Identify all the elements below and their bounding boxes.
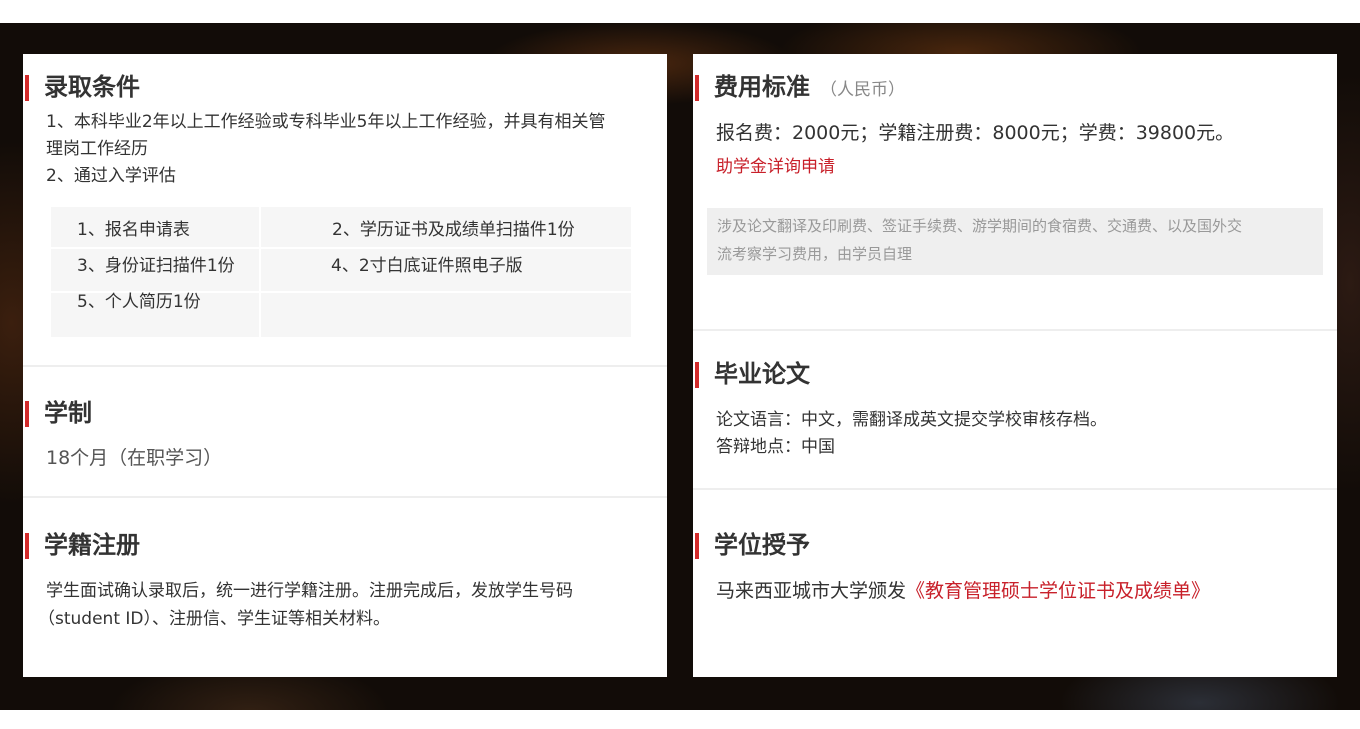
left-panel: 录取条件 1、本科毕业2年以上工作经验或专科毕业5年以上工作经验，并具有相关管 … (23, 54, 667, 677)
fees-line: 报名费：2000元；学籍注册费：8000元；学费：39800元。 (716, 122, 1235, 144)
fees-note-line-1: 涉及论文翻译及印刷费、签证手续费、游学期间的食宿费、交通费、以及国外交 (717, 217, 1243, 235)
admission-section: 录取条件 1、本科毕业2年以上工作经验或专科毕业5年以上工作经验，并具有相关管 … (23, 54, 667, 365)
registration-title: 学籍注册 (23, 530, 140, 560)
admission-line-2: 理岗工作经历 (46, 139, 148, 159)
thesis-line-1: 论文语言：中文，需翻译成英文提交学校审核存档。 (716, 410, 1107, 430)
thesis-title: 毕业论文 (693, 359, 810, 389)
admission-line-1: 1、本科毕业2年以上工作经验或专科毕业5年以上工作经验，并具有相关管 (46, 112, 606, 132)
degree-text: 马来西亚城市大学颁发《教育管理硕士学位证书及成绩单》 (716, 578, 1210, 605)
registration-line-2: （student ID）、注册信、学生证等相关材料。 (38, 609, 390, 629)
registration-line-1: 学生面试确认录取后，统一进行学籍注册。注册完成后，发放学生号码 (46, 581, 573, 601)
duration-text: 18个月（在职学习） (46, 447, 223, 469)
fees-note-line-2: 流考察学习费用，由学员自理 (717, 245, 913, 263)
material-item: 3、身份证扫描件1份 (77, 256, 235, 276)
table-divider (51, 247, 631, 249)
degree-section: 学位授予 马来西亚城市大学颁发《教育管理硕士学位证书及成绩单》 (693, 490, 1337, 677)
degree-title: 学位授予 (693, 530, 810, 560)
table-divider (259, 207, 261, 337)
admission-line-3: 2、通过入学评估 (46, 166, 176, 186)
scholarship-link[interactable]: 助学金详询申请 (716, 154, 835, 181)
degree-prefix: 马来西亚城市大学颁发 (716, 580, 907, 602)
right-panel: 费用标准 （人民币） 报名费：2000元；学籍注册费：8000元；学费：39800… (693, 54, 1337, 677)
fees-section: 费用标准 （人民币） 报名费：2000元；学籍注册费：8000元；学费：39800… (693, 54, 1337, 329)
fees-subtitle: （人民币） (820, 80, 905, 100)
material-item: 1、报名申请表 (77, 220, 190, 240)
fees-title-text: 费用标准 (714, 73, 810, 101)
material-item: 5、个人简历1份 (77, 292, 201, 312)
fees-note: 涉及论文翻译及印刷费、签证手续费、游学期间的食宿费、交通费、以及国外交 流考察学… (707, 208, 1323, 275)
thesis-line-2: 答辩地点：中国 (716, 437, 835, 457)
degree-certificate: 《教育管理硕士学位证书及成绩单》 (906, 580, 1211, 602)
duration-title: 学制 (23, 398, 92, 428)
fees-title: 费用标准 （人民币） (693, 72, 905, 105)
admission-title: 录取条件 (23, 72, 140, 102)
materials-table: 1、报名申请表 2、学历证书及成绩单扫描件1份 3、身份证扫描件1份 4、2寸白… (51, 207, 631, 337)
duration-section: 学制 18个月（在职学习） (23, 367, 667, 496)
registration-section: 学籍注册 学生面试确认录取后，统一进行学籍注册。注册完成后，发放学生号码 （st… (23, 498, 667, 677)
thesis-section: 毕业论文 论文语言：中文，需翻译成英文提交学校审核存档。 答辩地点：中国 (693, 331, 1337, 488)
material-item: 4、2寸白底证件照电子版 (331, 256, 523, 276)
material-item: 2、学历证书及成绩单扫描件1份 (332, 220, 575, 240)
